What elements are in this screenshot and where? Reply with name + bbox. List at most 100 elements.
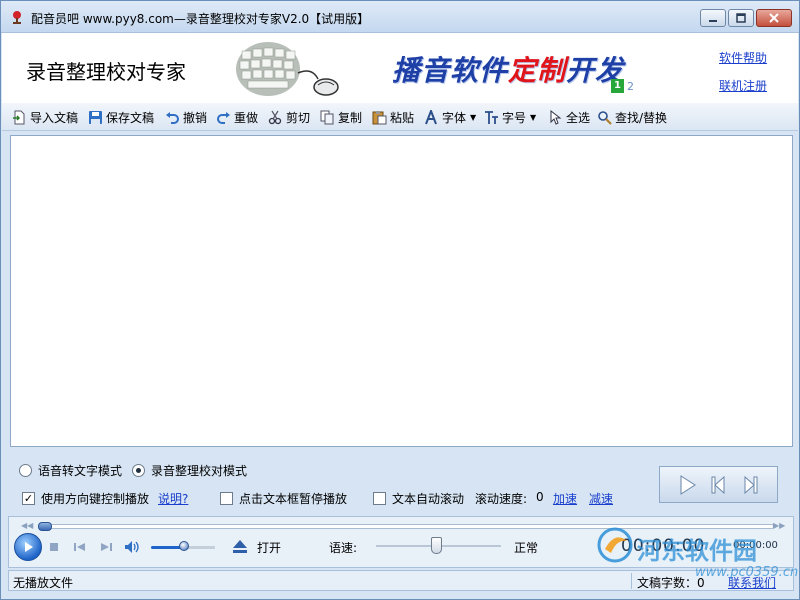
rewind-small-icon[interactable]: ◀◀ [21,521,33,530]
redo-button[interactable]: 重做 [216,108,258,126]
keyboard-mouse-graphic [236,42,339,96]
forward-small-icon[interactable]: ▶▶ [773,521,785,530]
search-icon [598,110,612,125]
toolbar: 导入文稿 保存文稿 撤销 重做 剪切 复制 粘贴 字体 ▼ 字号 ▼ 全选 查找… [2,103,798,131]
select-all-button[interactable]: 全选 [548,108,590,126]
stop-icon [50,543,58,551]
click-pause-checkbox[interactable]: 点击文本框暂停播放 [220,490,347,507]
status-bar: 无播放文件 文稿字数：0 联系我们 [8,570,794,591]
cursor-icon [550,109,562,125]
find-replace-label: 查找/替换 [615,110,668,125]
undo-icon [166,111,179,124]
copy-label: 复制 [338,110,363,125]
speaker-icon [125,541,139,553]
play-button[interactable] [14,533,42,561]
previous-icon [74,543,85,551]
volume-button[interactable] [123,539,141,555]
play-icon [25,542,33,552]
next-track-button[interactable] [99,541,113,553]
rate-value: 正常 [514,541,539,555]
scroll-speed-label: 滚动速度: [475,492,528,506]
minimize-button[interactable] [700,9,726,27]
select-all-label: 全选 [566,110,591,125]
window-title: 配音员吧 www.pyy8.com—录音整理校对专家V2.0【试用版】 [31,12,370,26]
checkbox-box [373,492,386,505]
app-icon [13,11,21,24]
version-badge: 1 2 [611,79,634,93]
previous-icon[interactable] [710,475,728,495]
scroll-speed-value: 0 [536,490,544,504]
open-button[interactable] [231,537,249,555]
mode-proofread-radio[interactable]: 录音整理校对模式 [132,462,247,479]
cut-button[interactable]: 剪切 [268,108,310,126]
mode-speech-to-text-radio[interactable]: 语音转文字模式 [19,462,122,479]
text-editor[interactable] [10,135,793,447]
paste-icon [372,110,387,124]
slogan-part1: 播音软件 [392,54,509,87]
checkbox-box [220,492,233,505]
undo-button[interactable]: 撤销 [165,108,207,126]
maximize-button[interactable] [728,9,754,27]
app-window: 配音员吧 www.pyy8.com—录音整理校对专家V2.0【试用版】 录音整理… [0,0,800,600]
copy-icon [320,110,334,124]
paste-label: 粘贴 [390,110,415,125]
font-size-label: 字号 [502,110,527,125]
copy-button[interactable]: 复制 [320,108,362,126]
font-icon [425,109,437,124]
save-icon [89,110,102,124]
import-label: 导入文稿 [30,110,79,125]
playback-nav-panel [659,466,778,503]
click-pause-label: 点击文本框暂停播放 [239,492,348,506]
paste-button[interactable]: 粘贴 [372,108,414,126]
maximize-icon [736,13,746,23]
file-status: 无播放文件 [13,576,74,590]
help-link[interactable]: 软件帮助 [719,49,767,66]
speed-down-link[interactable]: 减速 [589,490,613,507]
progress-bar[interactable] [38,522,774,531]
speed-up-link[interactable]: 加速 [553,490,577,507]
rate-knob[interactable] [431,537,442,554]
save-label: 保存文稿 [106,110,155,125]
redo-label: 重做 [234,110,259,125]
save-button[interactable]: 保存文稿 [88,108,154,126]
progress-knob[interactable] [38,522,52,531]
banner: 录音整理校对专家 播音软件定制开发 1 2 软件帮助 联机注册 [2,33,798,103]
minimize-icon [709,20,717,22]
font-size-dropdown[interactable]: 字号 ▼ [484,108,536,126]
volume-knob[interactable] [179,541,189,551]
scissors-icon [268,110,282,124]
open-label[interactable]: 打开 [257,539,281,556]
badge-1: 1 [611,79,624,93]
prev-track-button[interactable] [73,541,87,553]
auto-scroll-checkbox[interactable]: 文本自动滚动 [373,490,464,507]
undo-label: 撤销 [183,110,208,125]
register-link[interactable]: 联机注册 [719,77,767,94]
close-icon [769,13,779,23]
watermark-url: www.pc0359.cn [695,565,799,580]
cut-label: 剪切 [286,110,311,125]
slogan-part2: 定制 [508,54,567,87]
status-divider [631,573,632,589]
find-replace-button[interactable]: 查找/替换 [597,108,667,126]
font-dropdown[interactable]: 字体 ▼ [424,108,476,126]
font-chevron-down-icon: ▼ [470,112,477,122]
next-icon [101,543,112,551]
font-size-chevron-down-icon: ▼ [530,112,537,122]
auto-scroll-label: 文本自动滚动 [392,492,465,506]
watermark-site-name: 河东软件园 [637,537,757,565]
radio-indicator [19,464,32,477]
import-icon [13,110,25,124]
font-size-icon [485,110,498,124]
import-button[interactable]: 导入文稿 [12,108,78,126]
stop-button[interactable] [48,541,60,553]
close-button[interactable] [756,9,792,27]
eject-icon [233,540,247,553]
arrow-keys-checkbox[interactable]: ✓ 使用方向键控制播放 [22,490,149,507]
checkmark-icon: ✓ [22,492,35,505]
next-icon[interactable] [741,475,759,495]
play-icon[interactable] [679,474,697,495]
badge-2: 2 [627,79,634,93]
slogan: 播音软件定制开发 [392,49,624,89]
redo-icon [217,111,230,124]
explain-link[interactable]: 说明? [158,490,188,507]
